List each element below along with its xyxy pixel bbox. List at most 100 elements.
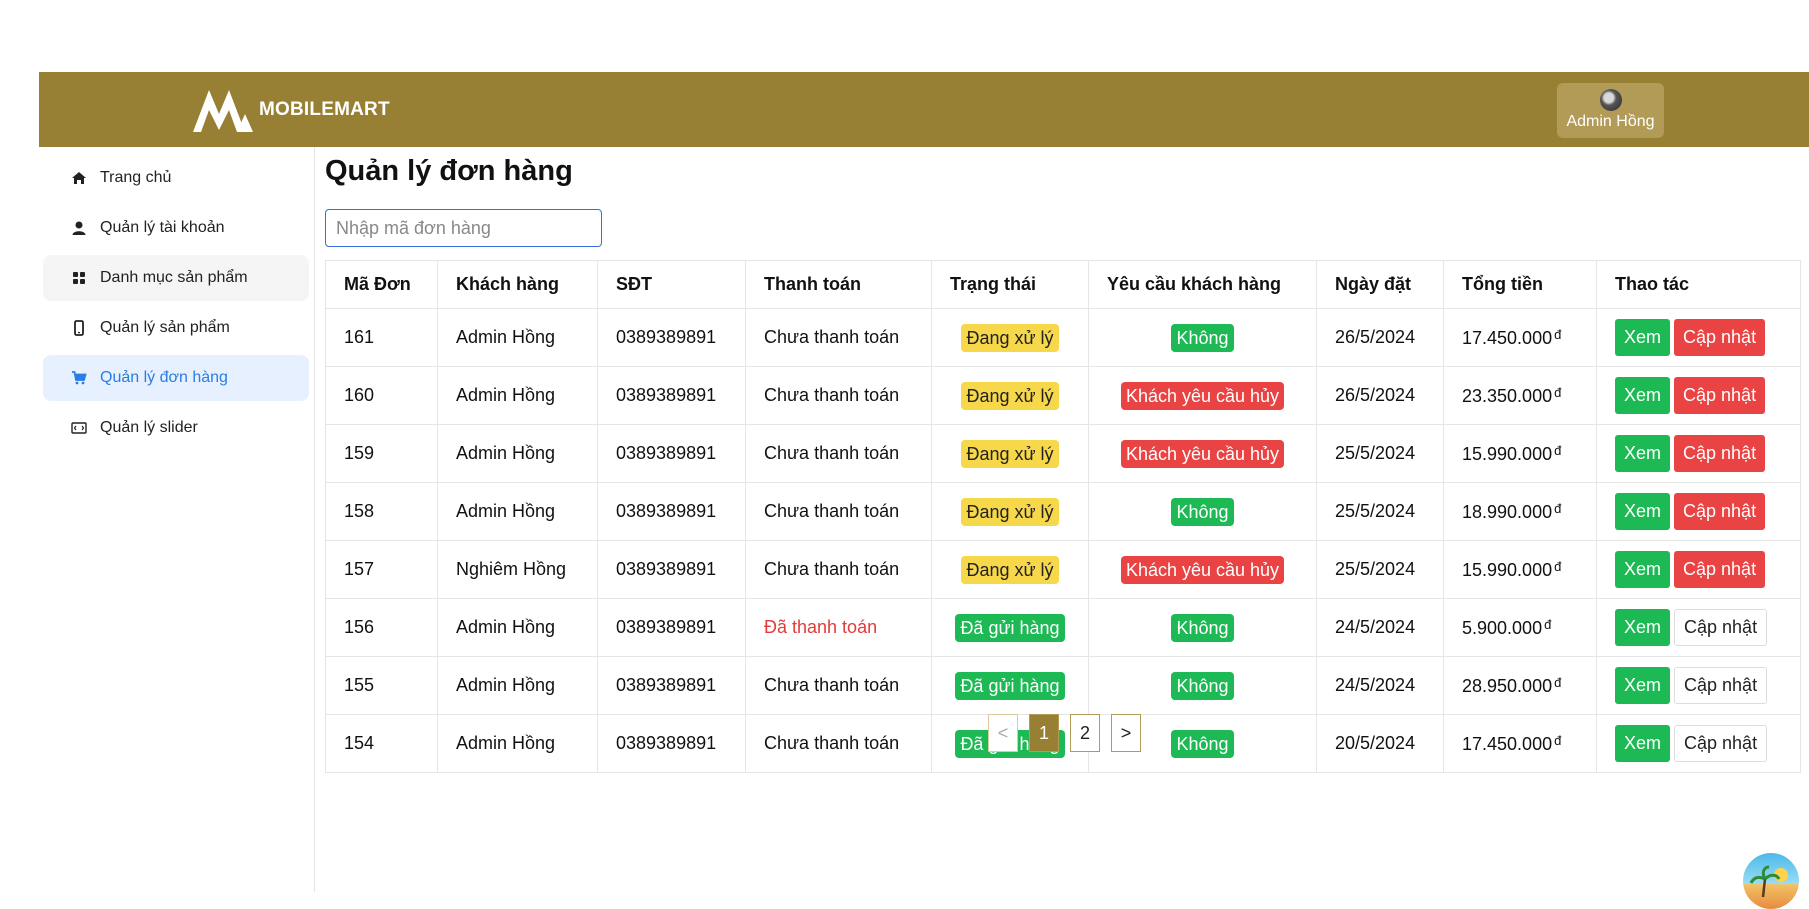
app-frame: MOBILEMART Admin Hồng Trang chủ Quản lý … bbox=[39, 72, 1809, 892]
status-badge: Đang xử lý bbox=[961, 323, 1059, 352]
status-badge: Đã gửi hàng bbox=[955, 671, 1065, 700]
update-button[interactable]: Cập nhật bbox=[1674, 319, 1766, 356]
order-date: 24/5/2024 bbox=[1316, 656, 1444, 715]
view-button[interactable]: Xem bbox=[1615, 435, 1671, 472]
order-total: 17.450.000 đ bbox=[1443, 714, 1597, 773]
status-badge: Đã gửi hàng bbox=[955, 613, 1065, 642]
customer-name: Admin Hồng bbox=[437, 424, 598, 483]
update-button[interactable]: Cập nhật bbox=[1674, 551, 1766, 588]
phone: 0389389891 bbox=[597, 366, 746, 425]
brand-logo[interactable]: MOBILEMART bbox=[191, 82, 390, 138]
payment-status: Chưa thanh toán bbox=[745, 714, 932, 773]
view-button[interactable]: Xem bbox=[1615, 377, 1671, 414]
customer-name: Admin Hồng bbox=[437, 308, 598, 367]
orders-table: Mã Đơn Khách hàng SĐT Thanh toán Trạng t… bbox=[325, 260, 1801, 773]
customer-name: Admin Hồng bbox=[437, 656, 598, 715]
customer-name: Admin Hồng bbox=[437, 598, 598, 657]
page-button-2[interactable]: 2 bbox=[1070, 714, 1100, 752]
order-date: 25/5/2024 bbox=[1316, 482, 1444, 541]
view-button[interactable]: Xem bbox=[1615, 667, 1671, 704]
order-id: 154 bbox=[325, 714, 438, 773]
status-badge: Đang xử lý bbox=[961, 497, 1059, 526]
currency-symbol: đ bbox=[1554, 732, 1562, 748]
payment-status: Chưa thanh toán bbox=[745, 366, 932, 425]
sidebar-item-home[interactable]: Trang chủ bbox=[43, 155, 309, 201]
request-badge: Không bbox=[1171, 729, 1234, 758]
update-button[interactable]: Cập nhật bbox=[1674, 493, 1766, 530]
request-badge: Khách yêu cầu hủy bbox=[1120, 555, 1285, 584]
view-button[interactable]: Xem bbox=[1615, 725, 1671, 762]
view-button[interactable]: Xem bbox=[1615, 493, 1671, 530]
main-content: Quản lý đơn hàng Mã Đơn Khách hàng SĐT T… bbox=[325, 147, 1809, 892]
home-icon bbox=[71, 170, 87, 186]
customer-name: Admin Hồng bbox=[437, 714, 598, 773]
pagination: < 1 2 > bbox=[988, 714, 1141, 752]
page-button-1[interactable]: 1 bbox=[1029, 714, 1059, 752]
order-id: 155 bbox=[325, 656, 438, 715]
column-header: Mã Đơn bbox=[325, 260, 438, 309]
column-header: Yêu cầu khách hàng bbox=[1088, 260, 1317, 309]
status-badge: Đang xử lý bbox=[961, 555, 1059, 584]
column-header: SĐT bbox=[597, 260, 746, 309]
update-button[interactable]: Cập nhật bbox=[1674, 725, 1768, 762]
payment-status: Chưa thanh toán bbox=[745, 424, 932, 483]
update-button[interactable]: Cập nhật bbox=[1674, 435, 1766, 472]
column-header: Tổng tiền bbox=[1443, 260, 1597, 309]
beach-widget-icon[interactable] bbox=[1743, 853, 1799, 909]
top-header: MOBILEMART Admin Hồng bbox=[39, 72, 1809, 147]
order-date: 25/5/2024 bbox=[1316, 424, 1444, 483]
order-date: 20/5/2024 bbox=[1316, 714, 1444, 773]
request-badge: Không bbox=[1171, 613, 1234, 642]
currency-symbol: đ bbox=[1554, 442, 1562, 458]
sidebar-item-label: Quản lý tài khoản bbox=[100, 219, 225, 236]
view-button[interactable]: Xem bbox=[1615, 319, 1671, 356]
order-id: 156 bbox=[325, 598, 438, 657]
status-badge: Đang xử lý bbox=[961, 381, 1059, 410]
payment-status: Chưa thanh toán bbox=[745, 308, 932, 367]
phone: 0389389891 bbox=[597, 656, 746, 715]
update-button[interactable]: Cập nhật bbox=[1674, 377, 1766, 414]
sidebar-item-products[interactable]: Quản lý sản phẩm bbox=[43, 305, 309, 351]
request-badge: Không bbox=[1171, 323, 1234, 352]
order-id: 159 bbox=[325, 424, 438, 483]
request-badge: Khách yêu cầu hủy bbox=[1120, 381, 1285, 410]
sidebar-item-label: Danh mục sản phẩm bbox=[100, 269, 248, 286]
currency-symbol: đ bbox=[1544, 616, 1552, 632]
prev-page-button[interactable]: < bbox=[988, 714, 1018, 752]
customer-name: Nghiêm Hồng bbox=[437, 540, 598, 599]
request-badge: Không bbox=[1171, 497, 1234, 526]
order-total: 17.450.000 đ bbox=[1443, 308, 1597, 367]
currency-symbol: đ bbox=[1554, 558, 1562, 574]
payment-status: Đã thanh toán bbox=[745, 598, 932, 657]
search-input[interactable] bbox=[325, 209, 602, 247]
column-header: Ngày đặt bbox=[1316, 260, 1444, 309]
order-id: 161 bbox=[325, 308, 438, 367]
column-header: Thao tác bbox=[1596, 260, 1801, 309]
status-badge: Đang xử lý bbox=[961, 439, 1059, 468]
slider-icon bbox=[71, 420, 87, 436]
sidebar-item-accounts[interactable]: Quản lý tài khoản bbox=[43, 205, 309, 251]
table-row: 158 Admin Hồng 0389389891 Chưa thanh toá… bbox=[325, 482, 1801, 541]
request-badge: Khách yêu cầu hủy bbox=[1120, 439, 1285, 468]
sidebar-item-slider[interactable]: Quản lý slider bbox=[43, 405, 309, 451]
table-row: 159 Admin Hồng 0389389891 Chưa thanh toá… bbox=[325, 424, 1801, 483]
user-menu-button[interactable]: Admin Hồng bbox=[1557, 83, 1664, 138]
view-button[interactable]: Xem bbox=[1615, 609, 1671, 646]
order-date: 26/5/2024 bbox=[1316, 308, 1444, 367]
order-date: 26/5/2024 bbox=[1316, 366, 1444, 425]
currency-symbol: đ bbox=[1554, 326, 1562, 342]
update-button[interactable]: Cập nhật bbox=[1674, 667, 1768, 704]
user-icon bbox=[71, 220, 87, 236]
sidebar-item-label: Quản lý sản phẩm bbox=[100, 319, 230, 336]
sidebar-item-categories[interactable]: Danh mục sản phẩm bbox=[43, 255, 309, 301]
table-header-row: Mã Đơn Khách hàng SĐT Thanh toán Trạng t… bbox=[325, 260, 1801, 309]
sidebar-item-orders[interactable]: Quản lý đơn hàng bbox=[43, 355, 309, 401]
column-header: Khách hàng bbox=[437, 260, 598, 309]
customer-name: Admin Hồng bbox=[437, 366, 598, 425]
order-total: 15.990.000 đ bbox=[1443, 540, 1597, 599]
order-total: 15.990.000 đ bbox=[1443, 424, 1597, 483]
column-header: Trạng thái bbox=[931, 260, 1089, 309]
update-button[interactable]: Cập nhật bbox=[1674, 609, 1768, 646]
next-page-button[interactable]: > bbox=[1111, 714, 1141, 752]
view-button[interactable]: Xem bbox=[1615, 551, 1671, 588]
